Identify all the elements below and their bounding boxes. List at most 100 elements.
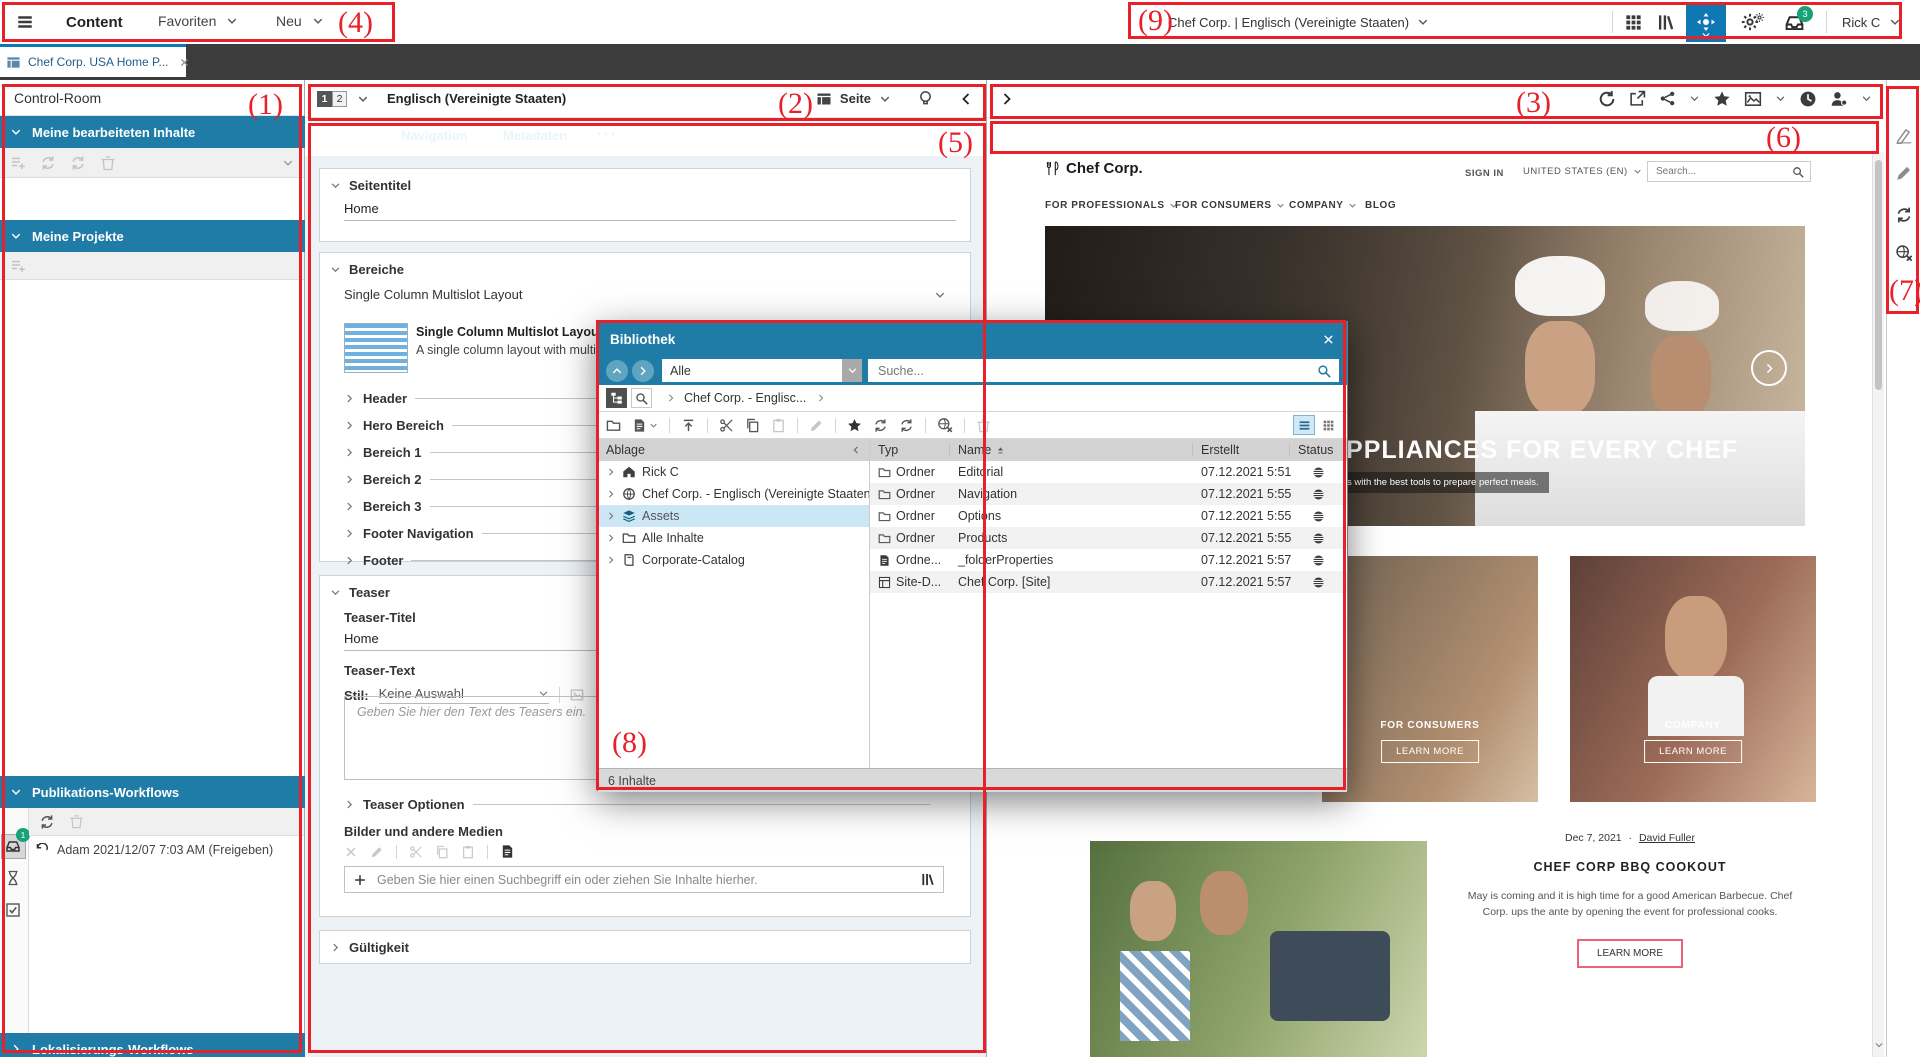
- library-title-bar[interactable]: Bibliothek: [598, 322, 1347, 356]
- expander-icon[interactable]: [606, 555, 616, 565]
- remove-icon[interactable]: [344, 845, 358, 859]
- tree-item-user-home[interactable]: Rick C: [598, 461, 869, 483]
- search-view-button[interactable]: [631, 388, 652, 408]
- column-type[interactable]: Typ: [870, 443, 950, 457]
- sync-all-icon[interactable]: [70, 155, 86, 171]
- chevron-down-icon[interactable]: [1855, 129, 1866, 140]
- table-row[interactable]: Ordner Options 07.12.2021 5:55: [870, 505, 1347, 527]
- menu-new[interactable]: Neu: [276, 13, 324, 29]
- table-row[interactable]: Ordner Navigation 07.12.2021 5:55: [870, 483, 1347, 505]
- preview-scrollbar[interactable]: [1872, 152, 1884, 1057]
- upload-icon[interactable]: [681, 418, 696, 433]
- menu-favorites[interactable]: Favoriten: [158, 13, 238, 29]
- annotate-pen-icon[interactable]: [1895, 126, 1913, 147]
- device-slider-handle[interactable]: [1155, 129, 1166, 140]
- scroll-down-arrow[interactable]: [1874, 1040, 1884, 1050]
- tab-navigation[interactable]: Navigation: [401, 128, 467, 143]
- site-sign-in[interactable]: SIGN IN: [1465, 168, 1504, 179]
- inbox-tray-icon[interactable]: 3: [1784, 12, 1805, 36]
- edit-icon[interactable]: [370, 845, 384, 859]
- site-nav-professionals[interactable]: FOR PROFESSIONALS: [1045, 200, 1178, 211]
- column-name[interactable]: Name: [950, 443, 1193, 457]
- chevron-down-icon[interactable]: [1689, 93, 1700, 104]
- desktop-mode-button[interactable]: [1804, 124, 1828, 146]
- pending-hourglass-icon[interactable]: [5, 870, 21, 889]
- finished-check-icon[interactable]: [5, 902, 21, 921]
- media-drop-field[interactable]: Geben Sie hier einen Suchbegriff ein ode…: [344, 866, 944, 893]
- cut-icon[interactable]: [409, 845, 423, 859]
- card-consumers-image[interactable]: FOR CONSUMERS LEARN MORE: [1322, 556, 1538, 802]
- tree-item-assets[interactable]: Assets: [598, 505, 869, 527]
- column-created[interactable]: Erstellt: [1193, 443, 1290, 457]
- collapse-tree-icon[interactable]: [851, 445, 861, 455]
- document-tab[interactable]: Chef Corp. USA Home P...: [0, 44, 186, 77]
- library-books-icon[interactable]: [920, 872, 935, 887]
- add-to-list-icon[interactable]: [10, 155, 26, 171]
- sync-icon[interactable]: [1895, 206, 1913, 227]
- close-icon[interactable]: [179, 57, 190, 68]
- bookmark-star-icon[interactable]: [1713, 90, 1731, 108]
- chevron-down-icon[interactable]: [357, 93, 369, 105]
- tree-item-catalog[interactable]: Corporate-Catalog: [598, 549, 869, 571]
- globe-disconnect-icon[interactable]: [1895, 244, 1913, 265]
- site-search-box[interactable]: [1647, 161, 1811, 182]
- layout-selector[interactable]: Single Column Multislot Layout: [344, 287, 960, 302]
- close-icon[interactable]: [1322, 333, 1335, 346]
- collapse-left-icon[interactable]: [958, 91, 974, 107]
- paste-icon[interactable]: [461, 845, 475, 859]
- library-search-input[interactable]: [876, 363, 1317, 379]
- hamburger-menu-icon[interactable]: [14, 13, 36, 34]
- thumbnail-view-button[interactable]: [1317, 415, 1339, 435]
- tab-content[interactable]: Inhalt: [331, 128, 366, 154]
- blog-author-link[interactable]: David Fuller: [1639, 832, 1695, 844]
- expander-icon[interactable]: [606, 489, 616, 499]
- lightbulb-icon[interactable]: [917, 90, 934, 107]
- tree-item-site-root[interactable]: Chef Corp. - Englisch (Vereinigte Staate…: [598, 483, 869, 505]
- tree-item-all-content[interactable]: Alle Inhalte: [598, 527, 869, 549]
- new-content-button[interactable]: [632, 418, 658, 433]
- open-in-new-icon[interactable]: [1629, 90, 1646, 107]
- cut-icon[interactable]: [719, 418, 734, 433]
- withdraw-icon[interactable]: [937, 417, 953, 433]
- chevron-down-icon[interactable]: [282, 157, 294, 169]
- trash-icon[interactable]: [976, 418, 991, 433]
- menu-content[interactable]: Content: [66, 14, 123, 31]
- library-books-icon[interactable]: [1656, 13, 1675, 35]
- copy-icon[interactable]: [745, 418, 760, 433]
- device-mode-button[interactable]: [1828, 124, 1852, 146]
- paste-icon[interactable]: [771, 418, 786, 433]
- expand-right-icon[interactable]: [999, 91, 1015, 107]
- site-logo[interactable]: Chef Corp.: [1045, 160, 1143, 177]
- library-search-box[interactable]: [868, 359, 1339, 382]
- settings-gears-icon[interactable]: [1740, 12, 1765, 35]
- table-row[interactable]: Site-D... Chef Corp. [Site] 07.12.2021 5…: [870, 571, 1347, 593]
- section-localization-workflows[interactable]: Lokalisierungs-Workflows: [0, 1033, 314, 1057]
- expander-icon[interactable]: [606, 533, 616, 543]
- new-folder-icon[interactable]: [606, 418, 621, 433]
- validity-header[interactable]: Gültigkeit: [320, 931, 970, 955]
- site-nav-blog[interactable]: BLOG: [1365, 200, 1396, 211]
- version-badge[interactable]: 1 2: [317, 91, 347, 107]
- edit-icon[interactable]: [809, 418, 824, 433]
- chevron-down-icon[interactable]: [879, 93, 891, 105]
- user-menu[interactable]: Rick C: [1842, 0, 1901, 44]
- split-view-icon[interactable]: [997, 127, 1013, 143]
- history-forward-button[interactable]: [632, 360, 654, 382]
- scrollbar-thumb[interactable]: [1875, 160, 1882, 390]
- site-nav-company[interactable]: COMPANY: [1289, 200, 1357, 211]
- chevron-down-icon[interactable]: [1861, 93, 1872, 104]
- workflow-list-item[interactable]: Adam 2021/12/07 7:03 AM (Freigeben): [29, 838, 304, 862]
- section-publication-workflows[interactable]: Publikations-Workflows: [0, 776, 314, 808]
- device-slider-track[interactable]: [1043, 134, 1163, 136]
- blog-learn-more-button[interactable]: LEARN MORE: [1577, 939, 1683, 968]
- section-edited-contents[interactable]: Meine bearbeiteten Inhalte: [0, 116, 314, 148]
- teaser-options-header[interactable]: Teaser Optionen: [344, 794, 960, 814]
- remove-content-icon[interactable]: [100, 155, 116, 171]
- inbox-filter-button[interactable]: 1: [1, 834, 26, 859]
- tab-overflow-menu[interactable]: ···: [597, 126, 618, 143]
- site-selector[interactable]: Chef Corp. | Englisch (Vereinigte Staate…: [1168, 0, 1429, 44]
- add-content-icon[interactable]: [500, 844, 515, 859]
- bookmark-star-icon[interactable]: [847, 418, 862, 433]
- table-row[interactable]: Ordner Editorial 07.12.2021 5:51: [870, 461, 1347, 483]
- publish-all-icon[interactable]: [899, 418, 914, 433]
